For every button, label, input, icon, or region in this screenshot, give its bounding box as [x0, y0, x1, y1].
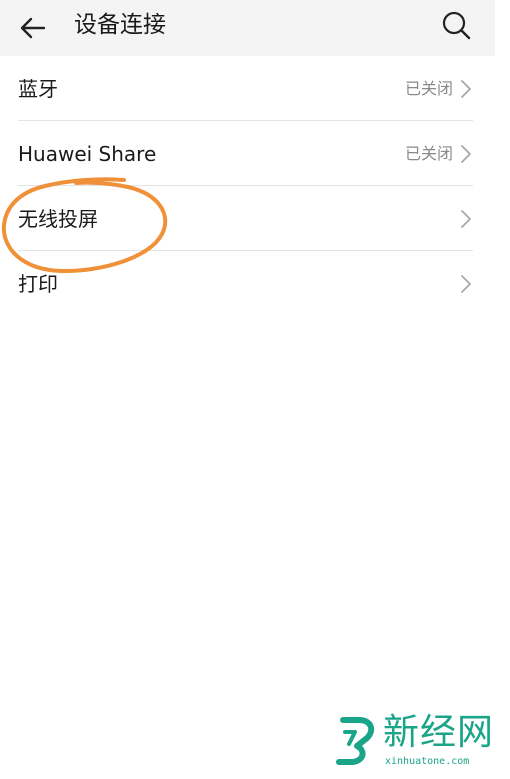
row-label: Huawei Share	[18, 141, 157, 166]
watermark-logo-icon	[336, 717, 375, 765]
chevron-right-icon	[461, 209, 471, 228]
chevron-right-icon	[461, 274, 471, 293]
print-row[interactable]: 打印	[0, 251, 495, 316]
row-label: 蓝牙	[18, 76, 58, 101]
app-bar: 设备连接	[0, 0, 495, 56]
settings-list: 蓝牙 已关闭 Huawei Share 已关闭 无线投屏 打印	[0, 56, 495, 316]
search-button[interactable]	[439, 8, 473, 42]
watermark: 新经网 xinhuatone.com	[335, 712, 505, 774]
settings-screen: 设备连接 蓝牙 已关闭 Huawei Share 已关闭 无线投屏 打印	[0, 0, 495, 779]
row-label: 打印	[18, 271, 58, 296]
watermark-name: 新经网	[383, 712, 495, 753]
chevron-right-icon	[461, 144, 471, 163]
arrow-left-icon	[20, 17, 46, 39]
page-title: 设备连接	[74, 12, 166, 38]
row-label: 无线投屏	[18, 206, 98, 231]
huawei-share-row[interactable]: Huawei Share 已关闭	[0, 121, 495, 186]
row-status: 已关闭	[404, 143, 453, 163]
search-icon	[442, 11, 471, 40]
wireless-projection-row[interactable]: 无线投屏	[0, 186, 495, 251]
bluetooth-row[interactable]: 蓝牙 已关闭	[0, 56, 495, 121]
watermark-domain: xinhuatone.com	[385, 756, 470, 767]
row-status: 已关闭	[404, 78, 453, 98]
chevron-right-icon	[461, 79, 471, 98]
back-button[interactable]	[16, 10, 50, 44]
